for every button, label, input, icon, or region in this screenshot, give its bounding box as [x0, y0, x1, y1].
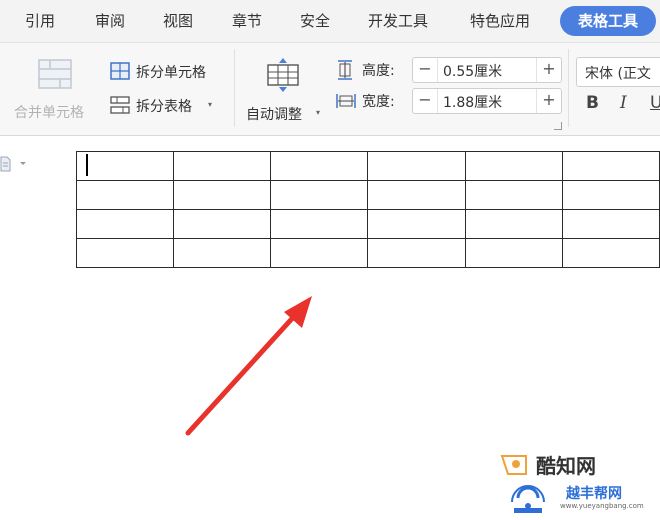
document-options-icon[interactable]: [0, 155, 30, 173]
row-height-label: 高度:: [362, 63, 395, 79]
row-height-icon: [338, 60, 352, 80]
table-cell[interactable]: [75, 151, 175, 181]
table-cell[interactable]: [464, 151, 563, 181]
split-cells-button[interactable]: 拆分单元格: [110, 61, 230, 83]
split-table-button[interactable]: 拆分表格 ▾: [110, 95, 230, 117]
tab-security[interactable]: 安全: [300, 10, 330, 31]
bold-button[interactable]: B: [586, 93, 599, 113]
table-cell[interactable]: [75, 180, 175, 210]
table-cell[interactable]: [367, 209, 466, 239]
table-cell[interactable]: [561, 238, 660, 268]
ribbon-tab-bar: 引用 审阅 视图 章节 安全 开发工具 特色应用 表格工具: [0, 0, 660, 43]
table-row: [75, 180, 660, 210]
table-cell[interactable]: [561, 180, 660, 210]
table-cell[interactable]: [561, 151, 660, 181]
watermark-brand: 酷知网: [536, 454, 596, 478]
column-width-increase-button[interactable]: +: [536, 89, 561, 113]
ribbon-separator: [568, 49, 569, 127]
tab-table-tools[interactable]: 表格工具: [560, 6, 657, 36]
split-table-label: 拆分表格: [136, 99, 192, 115]
table-row: [75, 238, 660, 268]
table-cell[interactable]: [367, 238, 466, 268]
tab-developer-tools[interactable]: 开发工具: [368, 10, 428, 31]
table-cell[interactable]: [464, 209, 563, 239]
table-row: [75, 209, 660, 239]
watermark-url: www.yueyangbang.com: [560, 502, 644, 510]
column-width-label: 宽度:: [362, 94, 395, 110]
row-height-value[interactable]: 0.55厘米: [443, 61, 502, 81]
underline-button[interactable]: U: [650, 93, 660, 113]
split-cells-label: 拆分单元格: [136, 65, 206, 81]
text-cursor: [86, 154, 88, 176]
split-table-dropdown-icon: ▾: [208, 100, 213, 109]
font-family-select[interactable]: 宋体 (正文: [576, 57, 660, 87]
table-cell[interactable]: [367, 151, 466, 181]
table-cell[interactable]: [75, 209, 175, 239]
italic-button[interactable]: I: [620, 93, 627, 113]
column-width-icon: [336, 94, 356, 108]
table-row: [75, 151, 660, 181]
merge-cells-label: 合并单元格: [14, 105, 84, 121]
auto-fit-button[interactable]: 自动调整 ▾: [242, 47, 326, 127]
table-cell[interactable]: [270, 238, 369, 268]
table-cell[interactable]: [173, 151, 272, 181]
annotation-arrow-icon: [185, 296, 312, 436]
table-cell[interactable]: [173, 180, 272, 210]
row-height-increase-button[interactable]: +: [536, 58, 561, 82]
table-cell[interactable]: [75, 238, 175, 268]
row-height-decrease-button[interactable]: −: [413, 58, 438, 82]
table-cell[interactable]: [270, 180, 369, 210]
split-cells-icon: [110, 62, 130, 80]
tab-special-features[interactable]: 特色应用: [470, 10, 530, 31]
ribbon-separator: [234, 49, 235, 127]
column-width-stepper[interactable]: − 1.88厘米 +: [412, 88, 562, 114]
watermark-brand-secondary: 越丰帮网: [566, 486, 622, 502]
auto-fit-dropdown-icon: ▾: [316, 108, 321, 117]
row-height-stepper[interactable]: − 0.55厘米 +: [412, 57, 562, 83]
table-cell[interactable]: [464, 180, 563, 210]
table-cell[interactable]: [173, 209, 272, 239]
cell-size-dialog-launcher-icon[interactable]: [554, 122, 562, 130]
merge-cells-button[interactable]: 合并单元格: [10, 47, 102, 127]
tab-view[interactable]: 视图: [163, 10, 193, 31]
merge-cells-icon: [38, 59, 72, 89]
table-cell[interactable]: [270, 209, 369, 239]
table-cell[interactable]: [464, 238, 563, 268]
table-cell[interactable]: [367, 180, 466, 210]
column-width-decrease-button[interactable]: −: [413, 89, 438, 113]
tab-chapter[interactable]: 章节: [232, 10, 262, 31]
document-table[interactable]: [75, 151, 660, 268]
auto-fit-label: 自动调整: [246, 107, 302, 123]
table-cell[interactable]: [561, 209, 660, 239]
tab-review[interactable]: 审阅: [95, 10, 125, 31]
table-cell[interactable]: [270, 151, 369, 181]
font-family-value: 宋体 (正文: [585, 66, 651, 82]
column-width-value[interactable]: 1.88厘米: [443, 92, 502, 112]
tab-references[interactable]: 引用: [25, 10, 55, 31]
table-tools-ribbon: 合并单元格 拆分单元格 拆分表格 ▾ 自动调整 ▾ 高度: − 0.55厘米 +…: [0, 43, 660, 136]
auto-fit-icon: [267, 58, 299, 92]
split-table-icon: [110, 96, 130, 114]
table-cell[interactable]: [173, 238, 272, 268]
